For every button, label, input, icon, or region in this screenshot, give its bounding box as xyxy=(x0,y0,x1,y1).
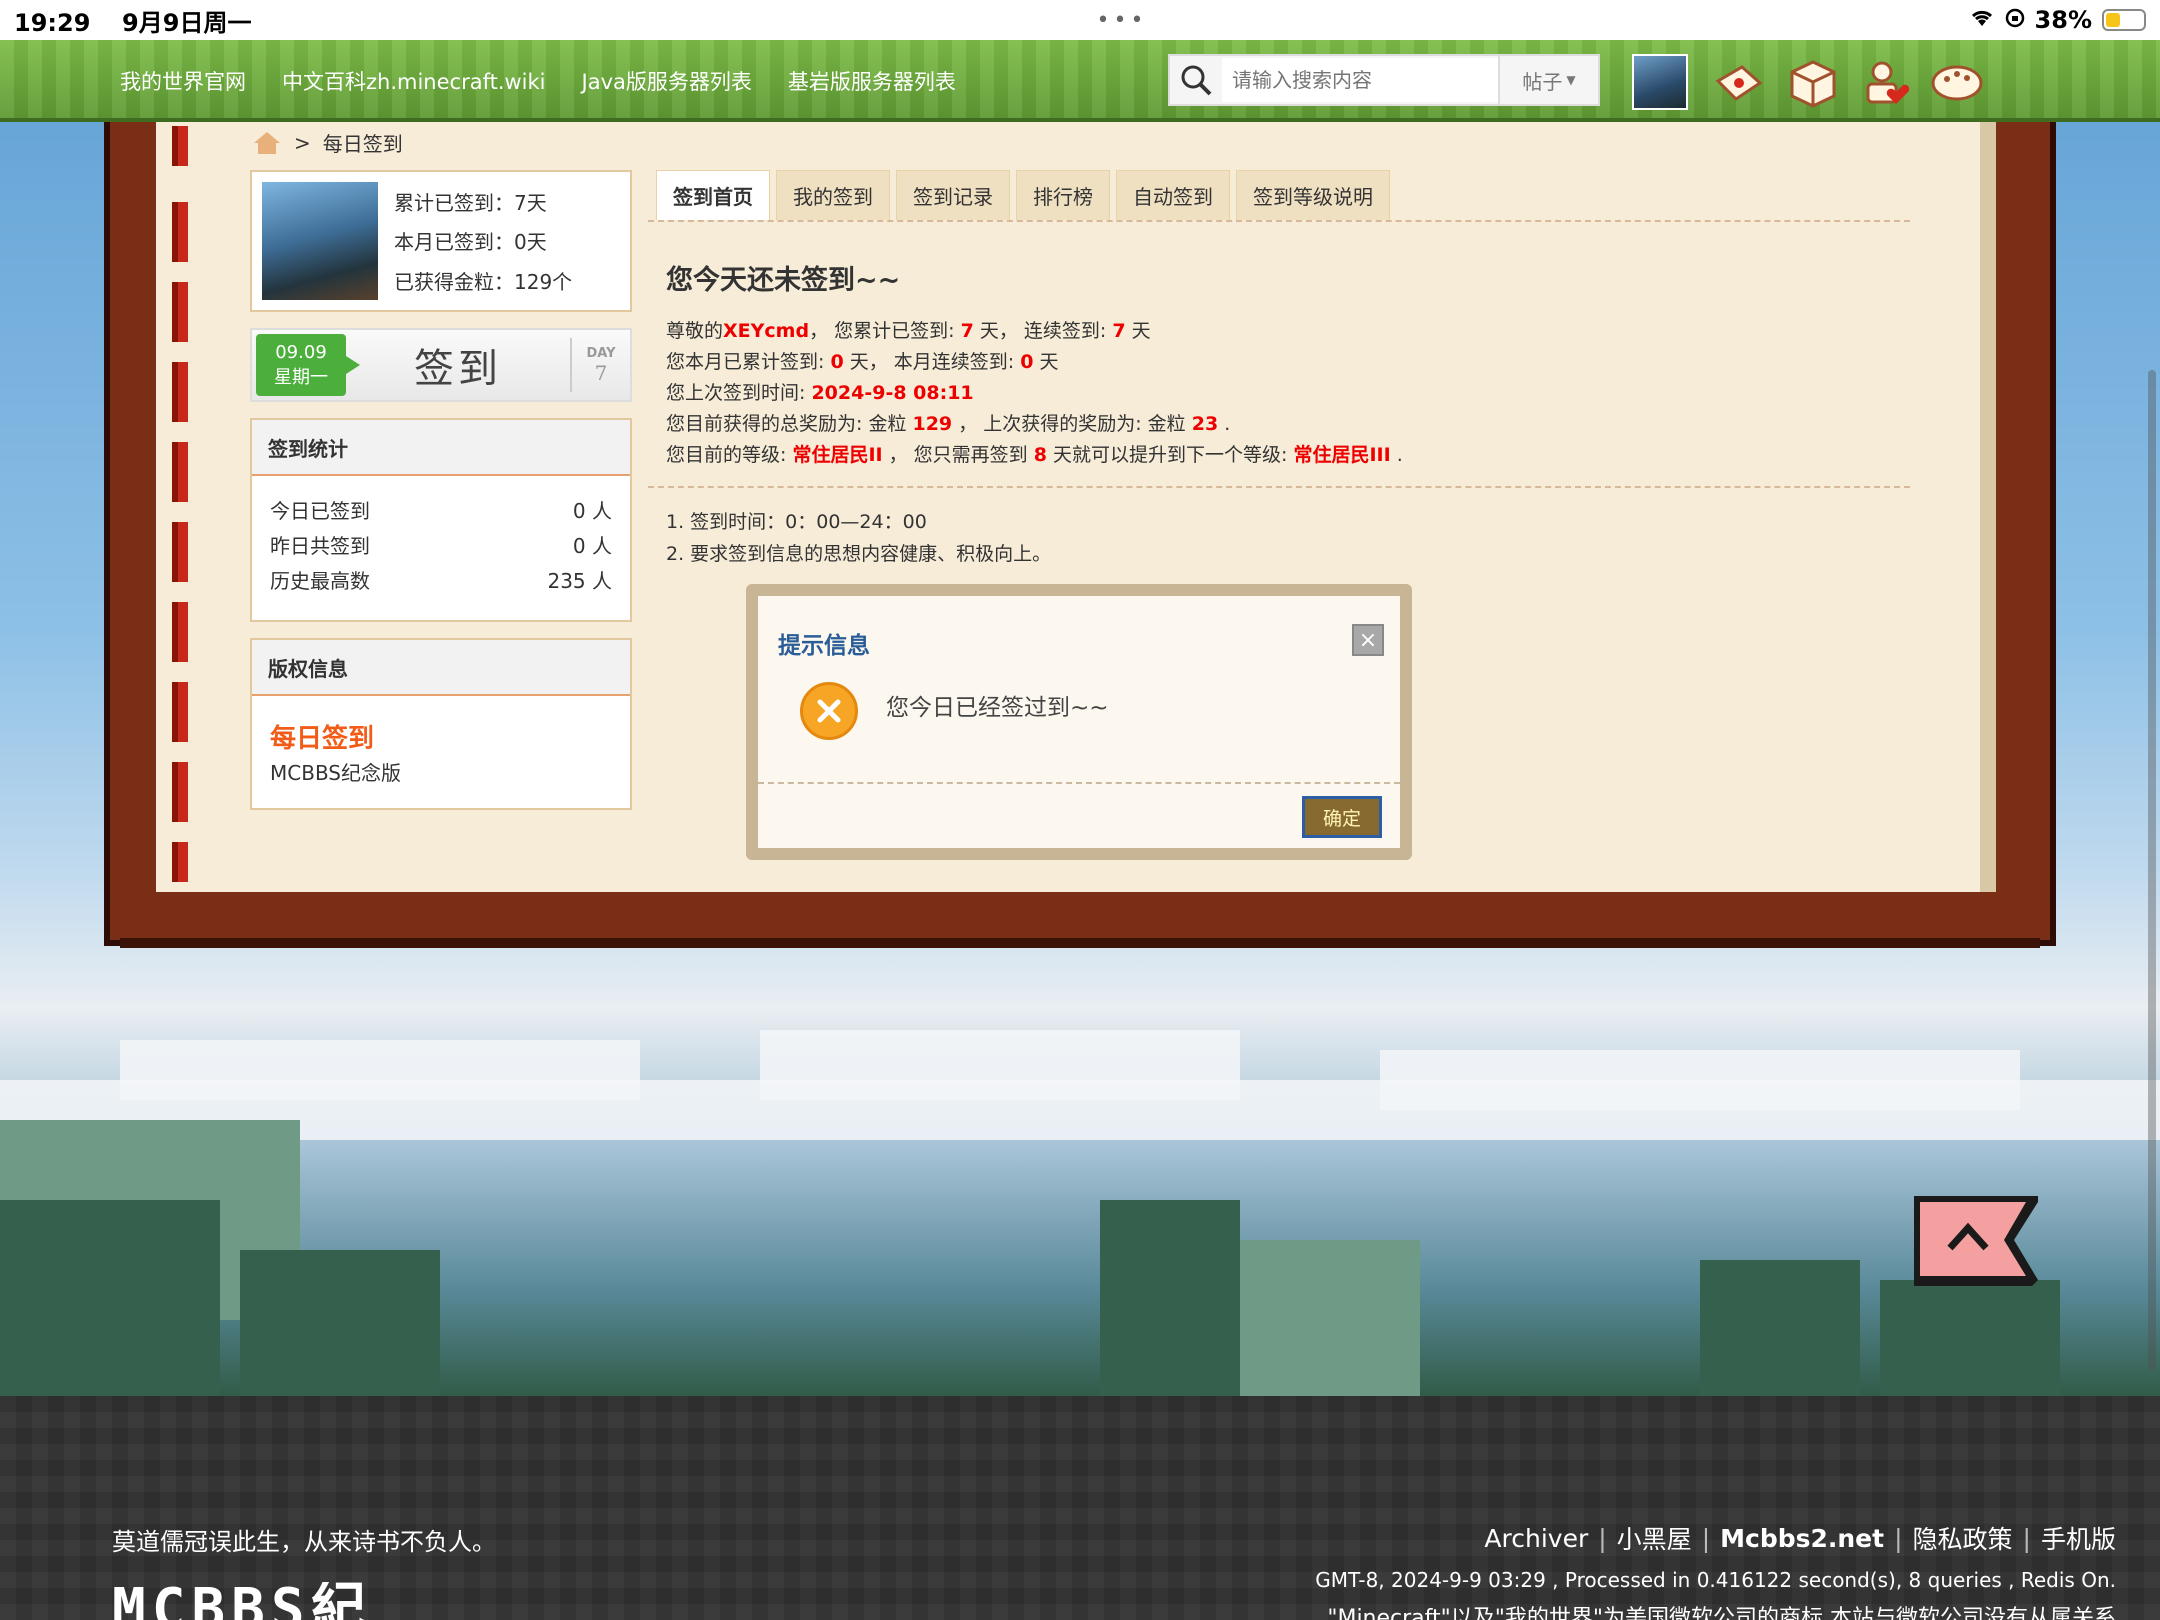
stats-panel: 签到统计 今日已签到 0 人 昨日共签到 0 人 历史最高数 235 人 xyxy=(250,418,632,622)
signin-info: 尊敬的XEYcmd， 您累计已签到: 7 天， 连续签到: 7 天 您本月已累计… xyxy=(666,316,1403,471)
footer: 莫道儒冠误此生，从来诗书不负人。 MCBBS紀 Archiver | 小黑屋 |… xyxy=(0,1396,2160,1620)
footer-link-site[interactable]: Mcbbs2.net xyxy=(1720,1524,1884,1553)
error-icon xyxy=(800,682,858,740)
signin-button[interactable]: 签到 xyxy=(346,336,570,394)
tab-bar: 签到首页 我的签到 签到记录 排行榜 自动签到 签到等级说明 xyxy=(656,170,1390,220)
info-line-greeting: 尊敬的XEYcmd， 您累计已签到: 7 天， 连续签到: 7 天 xyxy=(666,320,1151,342)
dialog-divider xyxy=(758,782,1400,784)
dialog-message: 您今日已经签过到~~ xyxy=(886,695,1109,721)
info-line-rewards: 您目前获得的总奖励为: 金粒 129 ， 上次获得的奖励为: 金粒 23 . xyxy=(666,413,1231,435)
palette-icon[interactable] xyxy=(1930,58,1984,108)
rule-item: 2. 要求签到信息的思想内容健康、积极向上。 xyxy=(666,543,1052,565)
tab-my-signin[interactable]: 我的签到 xyxy=(776,170,890,220)
nav-link-bedrock-servers[interactable]: 基岩版服务器列表 xyxy=(788,66,956,96)
chevron-down-icon: ▼ xyxy=(1566,73,1576,87)
stat-row-today: 今日已签到 0 人 xyxy=(270,499,612,523)
battery-percent: 38% xyxy=(2034,6,2092,34)
status-date: 9月9日周一 xyxy=(122,8,252,37)
wifi-icon xyxy=(1969,6,1995,34)
close-icon[interactable]: × xyxy=(1352,624,1384,656)
rotation-lock-icon xyxy=(2005,6,2025,34)
search-type-label: 帖子 xyxy=(1522,69,1563,94)
footer-legal: "Minecraft"以及"我的世界"为美国微软公司的商标 本站与微软公司没有从… xyxy=(1327,1606,2116,1620)
signin-status-headline: 您今天还未签到~~ xyxy=(666,265,901,296)
breadcrumb: > 每日签到 xyxy=(252,128,403,157)
page-scrollbar[interactable] xyxy=(2148,370,2156,1370)
footer-quote: 莫道儒冠误此生，从来诗书不负人。 xyxy=(112,1528,496,1556)
user-avatar[interactable] xyxy=(262,182,378,300)
top-nav: 我的世界官网 中文百科zh.minecraft.wiki Java版服务器列表 … xyxy=(0,40,2160,122)
footer-link-archiver[interactable]: Archiver xyxy=(1484,1524,1588,1553)
multitask-dots-icon[interactable]: ••• xyxy=(1097,8,1148,33)
home-icon[interactable] xyxy=(252,130,282,156)
footer-link-privacy[interactable]: 隐私政策 xyxy=(1913,1520,2013,1556)
user-avatar-nav[interactable] xyxy=(1632,54,1688,110)
copyright-panel: 版权信息 每日签到 MCBBS纪念版 xyxy=(250,638,632,810)
envelope-icon[interactable] xyxy=(1712,58,1766,108)
footer-links: Archiver | 小黑屋 | Mcbbs2.net | 隐私政策 | 手机版 xyxy=(1484,1520,2116,1556)
date-badge-weekday: 星期一 xyxy=(274,366,328,388)
tab-leaderboard[interactable]: 排行榜 xyxy=(1016,170,1110,220)
content-divider xyxy=(648,486,1910,488)
search-type-dropdown[interactable]: 帖子 ▼ xyxy=(1498,56,1598,104)
status-bar: 19:29 9月9日周一 ••• 38% xyxy=(0,0,2160,40)
plugin-edition: MCBBS纪念版 xyxy=(270,761,402,785)
date-badge: 09.09 星期一 xyxy=(256,334,360,396)
day-counter: DAY 7 xyxy=(570,338,630,392)
tab-signin-records[interactable]: 签到记录 xyxy=(896,170,1010,220)
footer-server-info: GMT-8, 2024-9-9 03:29 , Processed in 0.4… xyxy=(1315,1568,2116,1592)
day-number: 7 xyxy=(594,360,608,385)
day-label: DAY xyxy=(586,345,616,361)
back-to-top-icon[interactable] xyxy=(1914,1196,2038,1286)
tab-level-info[interactable]: 签到等级说明 xyxy=(1236,170,1390,220)
nav-link-minecraft-official[interactable]: 我的世界官网 xyxy=(120,66,246,96)
nav-links: 我的世界官网 中文百科zh.minecraft.wiki Java版服务器列表 … xyxy=(120,66,956,96)
status-time: 19:29 xyxy=(14,8,91,37)
tab-auto-signin[interactable]: 自动签到 xyxy=(1116,170,1230,220)
book-shadow xyxy=(120,938,2040,948)
search-input[interactable] xyxy=(1222,58,1498,102)
date-badge-date: 09.09 xyxy=(275,341,327,363)
total-signin-count: 累计已签到：7天 xyxy=(394,191,547,216)
info-line-month: 您本月已累计签到: 0 天， 本月连续签到: 0 天 xyxy=(666,351,1059,373)
plugin-name: 每日签到 xyxy=(270,724,375,754)
tab-signin-home[interactable]: 签到首页 xyxy=(656,170,770,220)
footer-link-mobile[interactable]: 手机版 xyxy=(2041,1520,2116,1556)
search-box: 帖子▼ xyxy=(1168,54,1600,106)
copyright-panel-title: 版权信息 xyxy=(252,640,630,696)
gift-box-icon[interactable] xyxy=(1786,58,1840,108)
breadcrumb-current[interactable]: 每日签到 xyxy=(323,128,403,157)
breadcrumb-separator: > xyxy=(294,130,311,155)
alert-dialog: 提示信息 × 您今日已经签过到~~ 确定 xyxy=(746,584,1412,860)
footer-link-blackroom[interactable]: 小黑屋 xyxy=(1617,1520,1692,1556)
info-line-last-signin: 您上次签到时间: 2024-9-8 08:11 xyxy=(666,382,974,404)
signin-rules: 1. 签到时间：0：00—24：00 2. 要求签到信息的思想内容健康、积极向上… xyxy=(666,506,1051,570)
user-heart-icon[interactable] xyxy=(1858,58,1912,108)
stat-row-record: 历史最高数 235 人 xyxy=(270,569,612,593)
info-line-level: 您目前的等级: 常住居民II ， 您只需再签到 8 天就可以提升到下一个等级: … xyxy=(666,444,1403,466)
book-spine xyxy=(156,122,214,892)
rule-item: 1. 签到时间：0：00—24：00 xyxy=(666,511,927,533)
coins-count: 已获得金粒：129个 xyxy=(394,269,573,294)
month-signin-count: 本月已签到：0天 xyxy=(394,230,547,255)
battery-icon xyxy=(2102,9,2146,31)
search-icon[interactable] xyxy=(1170,56,1222,104)
signin-bar: 09.09 星期一 签到 DAY 7 xyxy=(250,328,632,402)
user-card: 累计已签到：7天 本月已签到：0天 已获得金粒：129个 xyxy=(250,170,632,312)
nav-link-wiki[interactable]: 中文百科zh.minecraft.wiki xyxy=(282,66,546,96)
stat-row-yesterday: 昨日共签到 0 人 xyxy=(270,534,612,558)
stats-panel-title: 签到统计 xyxy=(252,420,630,476)
nav-link-java-servers[interactable]: Java版服务器列表 xyxy=(582,66,752,96)
footer-logo: MCBBS紀 xyxy=(112,1582,373,1620)
tabs-divider xyxy=(648,220,1910,222)
dialog-title: 提示信息 xyxy=(778,633,870,659)
confirm-button[interactable]: 确定 xyxy=(1302,796,1382,838)
